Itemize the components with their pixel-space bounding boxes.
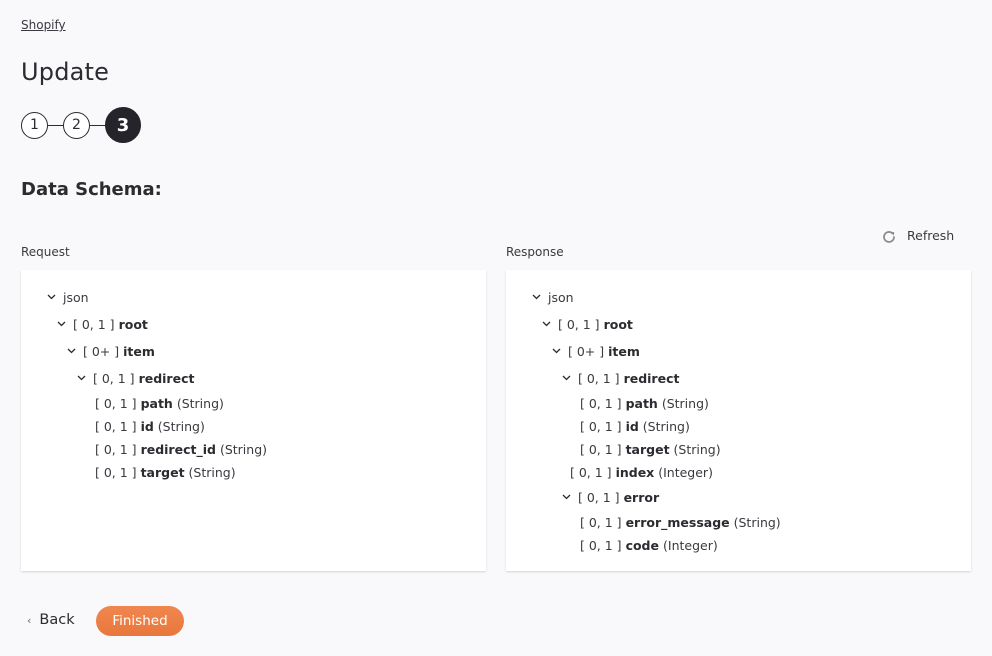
node-type: (String) <box>219 441 268 457</box>
section-title: Data Schema: <box>21 179 162 200</box>
node-name: root <box>118 316 148 332</box>
schema-node-target: [ 0, 1 ] target (String) <box>580 440 721 458</box>
chevron-down-icon[interactable] <box>77 373 87 383</box>
node-name: target <box>625 441 670 457</box>
node-name: id <box>625 418 639 434</box>
chevron-down-icon[interactable] <box>532 292 542 302</box>
node-type: (String) <box>188 464 236 480</box>
node-cardinality: [ 0, 1 ] <box>578 370 620 386</box>
schema-node-redirect[interactable]: [ 0, 1 ] redirect <box>562 369 683 387</box>
schema-node-error-message: [ 0, 1 ] error_message (String) <box>580 513 781 531</box>
node-name: json <box>63 289 89 305</box>
node-cardinality: [ 0, 1 ] <box>580 418 622 434</box>
node-type: (Integer) <box>663 537 718 553</box>
node-type: (String) <box>661 395 709 411</box>
back-button[interactable]: ‹ Back <box>27 612 75 628</box>
node-name: item <box>608 343 640 359</box>
schema-node-json[interactable]: json <box>532 288 574 306</box>
node-name: target <box>140 464 185 480</box>
node-cardinality: [ 0, 1 ] <box>93 370 135 386</box>
node-cardinality: [ 0, 1 ] <box>570 464 612 480</box>
chevron-down-icon[interactable] <box>67 346 77 356</box>
node-cardinality: [ 0, 1 ] <box>95 441 137 457</box>
node-name: path <box>140 395 173 411</box>
step-1[interactable]: 1 <box>21 111 48 139</box>
chevron-down-icon[interactable] <box>562 492 572 502</box>
breadcrumb-shopify[interactable]: Shopify <box>21 18 66 32</box>
node-name: redirect <box>623 370 680 386</box>
node-cardinality: [ 0, 1 ] <box>580 514 622 530</box>
node-cardinality: [ 0, 1 ] <box>578 489 620 505</box>
schema-node-redirect[interactable]: [ 0, 1 ] redirect <box>77 369 198 387</box>
refresh-icon <box>883 231 895 243</box>
schema-node-root[interactable]: [ 0, 1 ] root <box>57 315 152 333</box>
node-name: root <box>603 316 633 332</box>
chevron-down-icon[interactable] <box>57 319 67 329</box>
schema-node-path: [ 0, 1 ] path (String) <box>95 394 224 412</box>
node-cardinality: [ 0, 1 ] <box>95 464 137 480</box>
back-label: Back <box>39 612 75 628</box>
schema-node-redirect-id: [ 0, 1 ] redirect_id (String) <box>95 440 267 458</box>
node-type: (String) <box>642 418 690 434</box>
node-cardinality: [ 0, 1 ] <box>95 418 137 434</box>
stepper: 1 2 3 <box>21 107 141 143</box>
schema-node-json[interactable]: json <box>47 288 89 306</box>
refresh-button[interactable]: Refresh <box>881 226 954 245</box>
node-name: error_message <box>625 514 730 530</box>
request-schema-panel: json[ 0, 1 ] root[ 0+ ] item[ 0, 1 ] redire… <box>21 270 486 571</box>
chevron-down-icon[interactable] <box>562 373 572 383</box>
node-cardinality: [ 0, 1 ] <box>580 537 622 553</box>
node-name: redirect_id <box>140 441 216 457</box>
node-cardinality: [ 0, 1 ] <box>95 395 137 411</box>
refresh-label: Refresh <box>907 228 955 243</box>
node-name: item <box>123 343 155 359</box>
schema-node-root[interactable]: [ 0, 1 ] root <box>542 315 637 333</box>
node-type: (Integer) <box>658 464 713 480</box>
schema-node-code: [ 0, 1 ] code (Integer) <box>580 536 718 554</box>
node-type: (String) <box>673 441 721 457</box>
node-cardinality: [ 0+ ] <box>568 343 605 359</box>
step-3-active: 3 <box>105 107 141 143</box>
schema-node-target: [ 0, 1 ] target (String) <box>95 463 236 481</box>
step-connector <box>48 124 63 126</box>
finished-button[interactable]: Finished <box>96 606 184 636</box>
node-name: index <box>615 464 655 480</box>
request-label: Request <box>21 245 70 259</box>
page-title: Update <box>21 58 110 86</box>
response-label: Response <box>506 245 564 259</box>
chevron-down-icon[interactable] <box>47 292 57 302</box>
node-type: (String) <box>176 395 224 411</box>
node-cardinality: [ 0+ ] <box>83 343 120 359</box>
response-schema-panel: json[ 0, 1 ] root[ 0+ ] item[ 0, 1 ] redire… <box>506 270 971 571</box>
schema-node-path: [ 0, 1 ] path (String) <box>580 394 709 412</box>
schema-node-index: [ 0, 1 ] index (Integer) <box>570 463 713 481</box>
node-name: json <box>548 289 574 305</box>
node-cardinality: [ 0, 1 ] <box>558 316 600 332</box>
node-type: (String) <box>157 418 205 434</box>
schema-node-item[interactable]: [ 0+ ] item <box>67 342 159 360</box>
schema-node-id: [ 0, 1 ] id (String) <box>580 417 690 435</box>
node-name: path <box>625 395 658 411</box>
node-cardinality: [ 0, 1 ] <box>580 441 622 457</box>
chevron-left-icon: ‹ <box>27 613 32 627</box>
step-connector <box>90 124 105 126</box>
node-type: (String) <box>733 514 781 530</box>
node-name: error <box>623 489 660 505</box>
node-cardinality: [ 0, 1 ] <box>73 316 115 332</box>
schema-node-item[interactable]: [ 0+ ] item <box>552 342 644 360</box>
schema-node-id: [ 0, 1 ] id (String) <box>95 417 205 435</box>
chevron-down-icon[interactable] <box>542 319 552 329</box>
schema-node-error[interactable]: [ 0, 1 ] error <box>562 488 663 506</box>
node-name: code <box>625 537 659 553</box>
chevron-down-icon[interactable] <box>552 346 562 356</box>
node-cardinality: [ 0, 1 ] <box>580 395 622 411</box>
step-2[interactable]: 2 <box>63 111 90 139</box>
node-name: redirect <box>138 370 195 386</box>
node-name: id <box>140 418 154 434</box>
